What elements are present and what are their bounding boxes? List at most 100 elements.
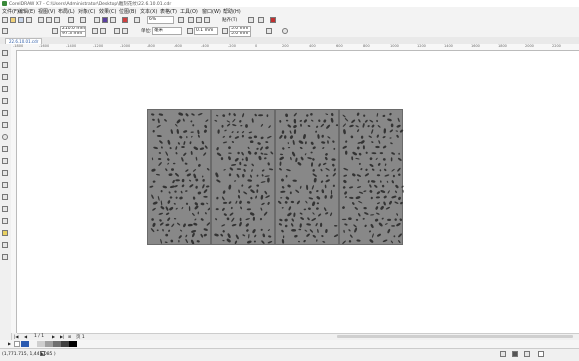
leaf-cutout xyxy=(194,205,199,210)
rectangle-tool-icon[interactable] xyxy=(2,122,8,128)
color-swatch[interactable] xyxy=(45,341,53,347)
prev-page-button[interactable]: ◀ xyxy=(24,334,27,339)
smart-fill-tool-icon[interactable] xyxy=(2,242,8,248)
carved-panel-4[interactable] xyxy=(339,109,404,245)
show-grid-icon[interactable] xyxy=(196,17,202,23)
outline-color-icon[interactable] xyxy=(538,351,544,357)
menu-edit[interactable]: 编辑(E) xyxy=(18,8,35,15)
page-size-icon[interactable] xyxy=(52,28,58,34)
full-screen-icon[interactable] xyxy=(178,17,184,23)
leaf-cutout xyxy=(173,217,177,220)
search-content-icon[interactable] xyxy=(94,17,100,23)
pick-tool-icon[interactable] xyxy=(2,50,8,56)
outline-indicator-icon[interactable] xyxy=(524,351,530,357)
ellipse-tool-icon[interactable] xyxy=(2,134,8,140)
parallel-dimension-tool-icon[interactable] xyxy=(2,170,8,176)
palette-arrow-icon[interactable]: ▶ xyxy=(8,341,11,346)
quick-customize-icon[interactable] xyxy=(282,28,288,34)
connector-tool-icon[interactable] xyxy=(2,182,8,188)
leaf-cutout xyxy=(389,137,392,139)
interactive-fill-tool-icon[interactable] xyxy=(2,230,8,236)
drop-shadow-tool-icon[interactable] xyxy=(2,194,8,200)
options-icon[interactable] xyxy=(248,17,254,23)
zoom-tool-icon[interactable] xyxy=(2,86,8,92)
zoom-level-field[interactable]: 6% xyxy=(147,16,174,24)
color-swatch-icon[interactable] xyxy=(270,17,276,23)
treat-as-filled-icon[interactable] xyxy=(266,28,272,34)
portrait-icon[interactable] xyxy=(92,28,98,34)
color-swatch[interactable] xyxy=(21,341,29,347)
polygon-tool-icon[interactable] xyxy=(2,146,8,152)
menu-help[interactable]: 帮助(H) xyxy=(223,8,241,15)
carved-panel-2[interactable] xyxy=(211,109,275,245)
publish-pdf-icon[interactable] xyxy=(122,17,128,23)
fill-indicator-icon[interactable] xyxy=(500,351,506,357)
horizontal-ruler[interactable]: -1800 -1600 -1400 -1200 -1000 -800 -600 … xyxy=(11,44,579,51)
leaf-cutout xyxy=(151,194,154,199)
new-document-icon[interactable] xyxy=(2,17,8,23)
transparency-tool-icon[interactable] xyxy=(2,206,8,212)
freehand-tool-icon[interactable] xyxy=(2,98,8,104)
shape-tool-icon[interactable] xyxy=(2,62,8,68)
units-select[interactable]: 毫米 xyxy=(152,27,182,35)
app-launcher-icon[interactable] xyxy=(134,17,140,23)
color-swatch[interactable] xyxy=(53,341,61,347)
menu-effects[interactable]: 效果(C) xyxy=(99,8,116,15)
leaf-cutout xyxy=(307,207,311,210)
show-rulers-icon[interactable] xyxy=(188,17,194,23)
leaf-cutout xyxy=(192,232,195,238)
nudge-distance-field[interactable]: 0.1 mm xyxy=(194,27,218,35)
last-page-button[interactable]: ▶| xyxy=(60,334,64,339)
all-pages-icon[interactable] xyxy=(114,28,120,34)
first-page-button[interactable]: |◀ xyxy=(14,334,18,339)
menu-file[interactable]: 文件(F) xyxy=(2,8,19,15)
crop-tool-icon[interactable] xyxy=(2,74,8,80)
open-folder-icon[interactable] xyxy=(10,17,16,23)
carved-panel-3[interactable] xyxy=(275,109,339,245)
no-color-swatch[interactable] xyxy=(14,341,20,347)
outline-pen-icon[interactable] xyxy=(2,254,8,260)
paste-icon[interactable] xyxy=(54,17,60,23)
show-guidelines-icon[interactable] xyxy=(204,17,210,23)
page-preset-icon[interactable] xyxy=(2,28,8,34)
landscape-icon[interactable] xyxy=(100,28,106,34)
undo-icon[interactable] xyxy=(68,17,74,23)
leaf-cutout xyxy=(151,218,154,221)
next-page-button[interactable]: ▶ xyxy=(52,334,55,339)
status-arrow-icon[interactable]: ▶ xyxy=(40,351,45,356)
save-icon[interactable] xyxy=(18,17,24,23)
eyedropper-tool-icon[interactable] xyxy=(2,218,8,224)
redo-icon[interactable] xyxy=(80,17,86,23)
import-icon[interactable] xyxy=(102,17,108,23)
add-page-button[interactable]: ⊞ xyxy=(68,334,71,339)
horizontal-scrollbar[interactable] xyxy=(17,333,579,339)
menu-view[interactable]: 视图(V) xyxy=(38,8,55,15)
fill-color-icon[interactable] xyxy=(512,351,518,357)
leaf-cutout xyxy=(247,179,253,182)
menu-text[interactable]: 文本(X) xyxy=(140,8,157,15)
carved-panel-1[interactable] xyxy=(147,109,211,245)
current-page-icon[interactable] xyxy=(122,28,128,34)
cut-icon[interactable] xyxy=(38,17,44,23)
scrollbar-thumb[interactable] xyxy=(337,335,573,338)
print-icon[interactable] xyxy=(26,17,32,23)
menu-bitmaps[interactable]: 位图(B) xyxy=(119,8,136,15)
artistic-media-tool-icon[interactable] xyxy=(2,110,8,116)
export-icon[interactable] xyxy=(110,17,116,23)
leaf-cutout xyxy=(376,112,379,117)
snap-to-dropdown[interactable]: 贴齐(T) xyxy=(222,17,237,23)
color-swatch[interactable] xyxy=(29,341,37,347)
menu-layout[interactable]: 布局(L) xyxy=(58,8,75,15)
text-tool-icon[interactable] xyxy=(2,158,8,164)
launch-icon[interactable] xyxy=(258,17,264,23)
leaf-cutout xyxy=(241,131,245,134)
menu-object[interactable]: 对象(C) xyxy=(78,8,95,15)
color-swatch[interactable] xyxy=(37,341,45,347)
color-swatch[interactable] xyxy=(61,341,69,347)
color-swatch[interactable] xyxy=(69,341,77,347)
menu-tools[interactable]: 工具(O) xyxy=(180,8,198,15)
menu-table[interactable]: 表格(T) xyxy=(160,8,177,15)
menu-window[interactable]: 窗口(W) xyxy=(202,8,221,15)
copy-icon[interactable] xyxy=(46,17,52,23)
leaf-cutout xyxy=(231,131,234,134)
